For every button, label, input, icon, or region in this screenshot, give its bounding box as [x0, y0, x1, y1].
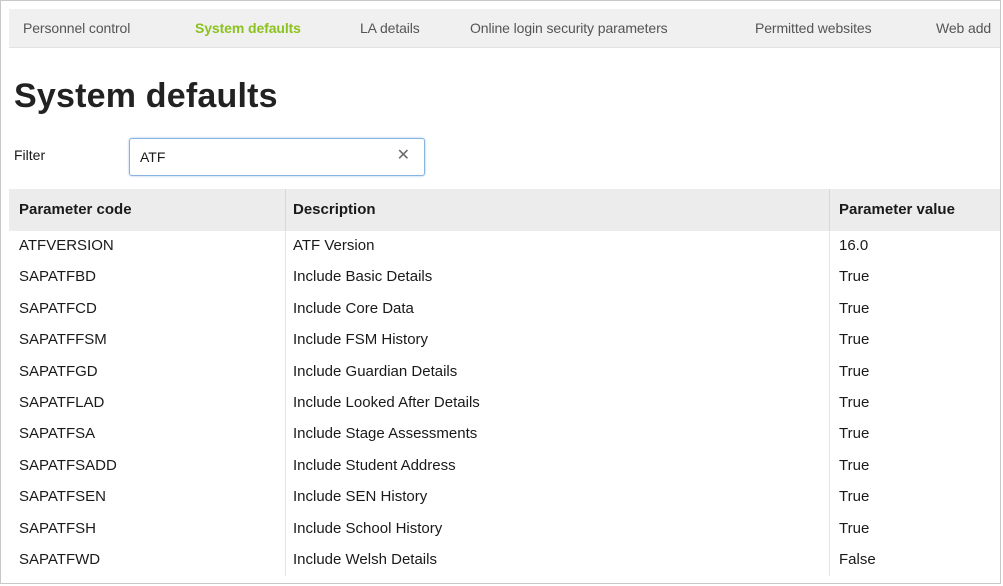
- column-divider: [285, 231, 286, 577]
- filter-label: Filter: [14, 147, 46, 163]
- window-frame: Personnel control System defaults LA det…: [0, 0, 1001, 584]
- close-icon[interactable]: ✕: [397, 146, 410, 166]
- tab-online-login-security[interactable]: Online login security parameters: [470, 20, 668, 36]
- cell-parameter-value: True: [839, 393, 870, 411]
- cell-parameter-value: True: [839, 425, 870, 443]
- cell-description: Include Stage Assessments: [293, 425, 478, 443]
- table-row[interactable]: SAPATFWD Include Welsh Details False: [9, 545, 1000, 576]
- cell-parameter-value: True: [839, 456, 870, 474]
- cell-parameter-code: SAPATFLAD: [19, 393, 105, 411]
- tab-personnel-control[interactable]: Personnel control: [23, 20, 130, 36]
- table-row[interactable]: SAPATFSADD Include Student Address True: [9, 451, 1000, 482]
- tab-web-add[interactable]: Web add: [936, 20, 991, 36]
- table-row[interactable]: SAPATFCD Include Core Data True: [9, 294, 1000, 325]
- column-header-description[interactable]: Description: [293, 201, 376, 218]
- cell-description: Include Guardian Details: [293, 362, 458, 380]
- filter-box: ✕: [129, 138, 425, 176]
- cell-description: Include Basic Details: [293, 268, 433, 286]
- cell-parameter-value: True: [839, 488, 870, 506]
- cell-parameter-value: True: [839, 331, 870, 349]
- table-row[interactable]: SAPATFBD Include Basic Details True: [9, 262, 1000, 293]
- cell-description: ATF Version: [293, 237, 375, 254]
- table-row[interactable]: SAPATFSH Include School History True: [9, 514, 1000, 545]
- cell-parameter-code: ATFVERSION: [19, 237, 114, 254]
- column-divider: [829, 189, 830, 231]
- cell-parameter-code: SAPATFFSM: [19, 331, 107, 349]
- page-title: System defaults: [14, 77, 278, 115]
- table-body: ATFVERSION ATF Version 16.0 SAPATFBD Include…: [9, 231, 1000, 577]
- cell-parameter-value: True: [839, 362, 870, 380]
- table-row[interactable]: SAPATFLAD Include Looked After Details Tru…: [9, 388, 1000, 419]
- cell-description: Include Student Address: [293, 456, 456, 474]
- column-divider: [829, 231, 830, 577]
- table-header: Parameter code Description Parameter val…: [9, 189, 1000, 231]
- cell-parameter-code: SAPATFCD: [19, 299, 97, 317]
- tab-la-details[interactable]: LA details: [360, 20, 420, 36]
- cell-description: Include SEN History: [293, 488, 428, 506]
- filter-input[interactable]: [140, 147, 390, 167]
- cell-parameter-value: True: [839, 519, 870, 537]
- column-header-parameter-code[interactable]: Parameter code: [19, 201, 132, 218]
- cell-parameter-value: 16.0: [839, 237, 869, 254]
- cell-parameter-code: SAPATFWD: [19, 550, 101, 568]
- cell-parameter-code: SAPATFBD: [19, 268, 96, 286]
- cell-parameter-code: SAPATFSH: [19, 519, 96, 537]
- column-header-parameter-value[interactable]: Parameter value: [839, 201, 955, 218]
- table-row[interactable]: SAPATFFSM Include FSM History True: [9, 325, 1000, 356]
- cell-description: Include Core Data: [293, 299, 414, 317]
- column-divider: [285, 189, 286, 231]
- cell-parameter-code: SAPATFGD: [19, 362, 98, 380]
- cell-parameter-code: SAPATFSEN: [19, 488, 106, 506]
- cell-description: Include FSM History: [293, 331, 429, 349]
- cell-parameter-value: True: [839, 268, 870, 286]
- cell-parameter-code: SAPATFSA: [19, 425, 96, 443]
- tab-bar: Personnel control System defaults LA det…: [9, 9, 1000, 48]
- cell-parameter-value: False: [839, 550, 876, 568]
- table-row[interactable]: SAPATFSEN Include SEN History True: [9, 482, 1000, 513]
- cell-description: Include Welsh Details: [293, 550, 437, 568]
- table-row[interactable]: SAPATFGD Include Guardian Details True: [9, 357, 1000, 388]
- table-row[interactable]: ATFVERSION ATF Version 16.0: [9, 231, 1000, 262]
- tab-permitted-websites[interactable]: Permitted websites: [755, 20, 872, 36]
- table-row[interactable]: SAPATFSA Include Stage Assessments True: [9, 419, 1000, 450]
- cell-description: Include Looked After Details: [293, 393, 480, 411]
- tab-system-defaults[interactable]: System defaults: [195, 20, 301, 36]
- cell-parameter-code: SAPATFSADD: [19, 456, 117, 474]
- cell-parameter-value: True: [839, 299, 870, 317]
- cell-description: Include School History: [293, 519, 443, 537]
- parameters-table: Parameter code Description Parameter val…: [9, 189, 1000, 577]
